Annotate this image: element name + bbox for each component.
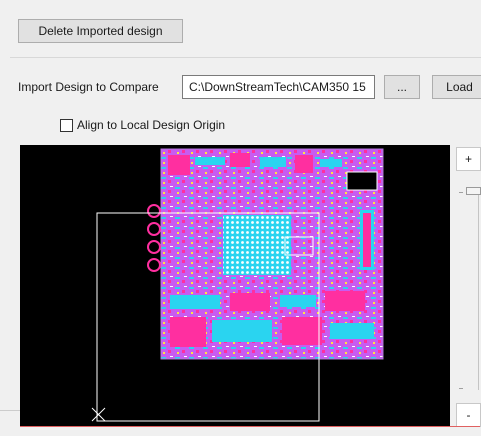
slider-tick — [459, 388, 463, 389]
slider-tick — [459, 192, 463, 193]
zoom-out-button[interactable]: - — [456, 403, 481, 427]
design-preview-canvas[interactable] — [20, 145, 450, 426]
align-origin-checkbox[interactable] — [60, 118, 73, 132]
delete-imported-design-button[interactable]: Delete Imported design — [18, 19, 183, 43]
load-button[interactable]: Load — [432, 75, 481, 99]
import-path-input[interactable]: C:\DownStreamTech\CAM350 15 — [182, 75, 375, 99]
zoom-slider-thumb[interactable] — [466, 187, 481, 195]
zoom-slider-track[interactable] — [464, 190, 481, 390]
pcb-preview-graphic — [91, 148, 384, 422]
align-origin-label: Align to Local Design Origin — [77, 118, 226, 132]
divider — [20, 426, 480, 427]
divider — [10, 57, 481, 58]
browse-button[interactable]: ... — [384, 75, 420, 99]
import-design-label: Import Design to Compare — [18, 80, 159, 94]
zoom-in-button[interactable]: + — [456, 147, 481, 171]
align-origin-option[interactable]: Align to Local Design Origin — [60, 118, 225, 132]
divider — [0, 410, 20, 411]
